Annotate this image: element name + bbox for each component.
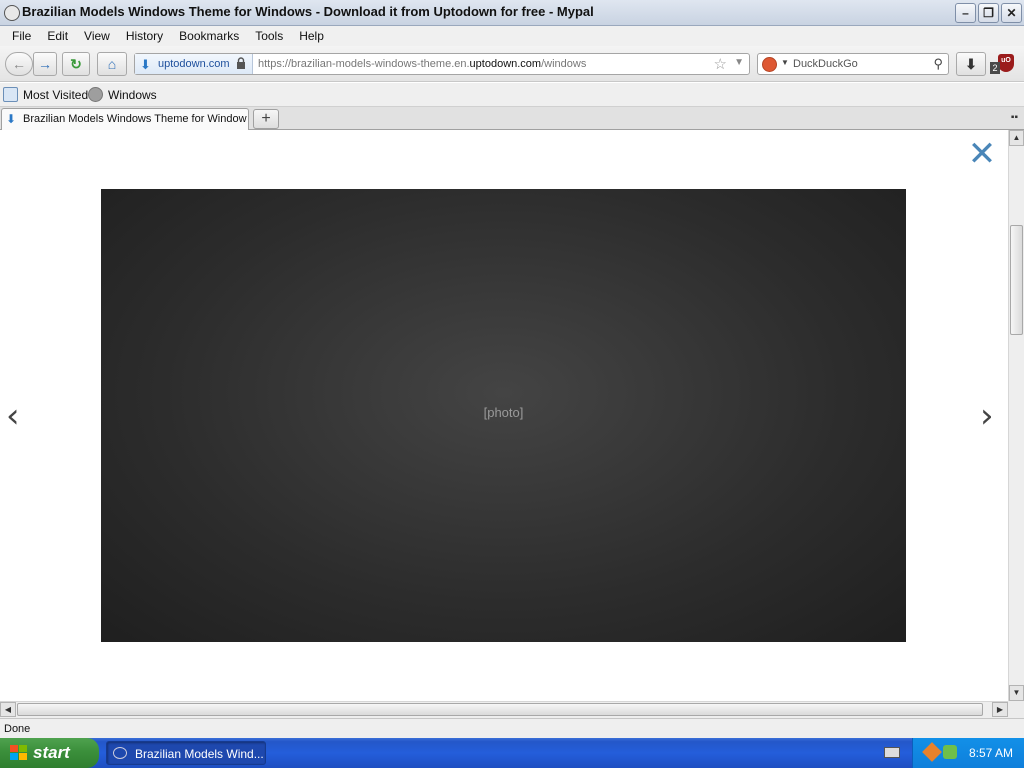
taskbar-window-button[interactable]: Brazilian Models Wind...	[106, 741, 266, 765]
status-bar: Done	[0, 718, 1024, 738]
start-button[interactable]: start	[0, 738, 99, 768]
taskbar: start Brazilian Models Wind... 8:57 AM	[0, 738, 1024, 768]
url-domain: uptodown.com	[469, 58, 542, 70]
taskbar-window-label: Brazilian Models Wind...	[135, 747, 264, 761]
ublock-badge: 2	[990, 62, 1000, 74]
vertical-scroll-thumb[interactable]	[1010, 225, 1023, 335]
bookmark-most-visited[interactable]: Most Visited	[23, 88, 88, 102]
tab-title: Brazilian Models Windows Theme for Windo…	[23, 113, 247, 125]
previous-image-button[interactable]: ‹	[6, 396, 20, 436]
status-text: Done	[4, 723, 31, 735]
clock: 8:57 AM	[969, 746, 1014, 760]
tab-active[interactable]: ⬇ Brazilian Models Windows Theme for Win…	[1, 108, 249, 130]
search-bar[interactable]: ▼ DuckDuckGo ⚲	[757, 53, 949, 75]
duckduckgo-icon[interactable]	[762, 57, 777, 72]
start-label: start	[33, 743, 70, 762]
url-bar[interactable]: ⬇ uptodown.com https://brazilian-models-…	[134, 53, 750, 75]
tab-strip: ⬇ Brazilian Models Windows Theme for Win…	[0, 107, 1024, 130]
reload-button[interactable]: ↻	[62, 52, 90, 76]
restore-button[interactable]: ❐	[978, 3, 999, 23]
bookmark-windows[interactable]: Windows	[108, 88, 157, 102]
close-gallery-button[interactable]: ✕	[966, 137, 998, 171]
url-text[interactable]: https://brazilian-models-windows-theme.e…	[258, 58, 586, 70]
globe-icon	[88, 87, 103, 102]
url-suffix: /windows	[541, 58, 587, 70]
uptodown-icon: ⬇	[140, 57, 151, 72]
window-title: Brazilian Models Windows Theme for Windo…	[22, 4, 594, 19]
menu-bookmarks[interactable]: Bookmarks	[171, 29, 247, 43]
most-visited-icon	[3, 87, 18, 102]
scroll-right-icon[interactable]: ▶	[992, 702, 1008, 717]
home-button[interactable]: ⌂	[97, 52, 127, 76]
site-identity-label: uptodown.com	[158, 58, 230, 70]
menu-view[interactable]: View	[76, 29, 118, 43]
horizontal-scrollbar[interactable]: ◀ ▶	[0, 701, 1008, 718]
url-history-dropdown-icon[interactable]: ▼	[734, 57, 744, 68]
page-content: ✕ ‹ [photo] ›	[0, 130, 1008, 701]
scrollbar-corner	[1008, 701, 1024, 718]
menu-history[interactable]: History	[118, 29, 171, 43]
menu-file[interactable]: File	[4, 29, 39, 43]
horizontal-scroll-thumb[interactable]	[17, 703, 983, 716]
title-bar: Brazilian Models Windows Theme for Windo…	[0, 0, 1024, 26]
download-button[interactable]: ⬇	[956, 52, 986, 76]
gallery-photo: [photo]	[101, 189, 906, 642]
system-tray: 8:57 AM	[912, 738, 1024, 768]
site-identity-button[interactable]: ⬇ uptodown.com	[135, 54, 253, 74]
search-engine-dropdown-icon[interactable]: ▼	[781, 58, 789, 67]
ublock-button[interactable]: uO 2	[990, 52, 1020, 76]
menu-edit[interactable]: Edit	[39, 29, 76, 43]
uptodown-tab-icon: ⬇	[6, 112, 17, 126]
keyboard-icon[interactable]	[884, 747, 900, 758]
lock-icon	[237, 57, 245, 69]
photo-placeholder-label: [photo]	[483, 405, 524, 420]
next-image-button[interactable]: ›	[980, 396, 994, 436]
bookmarks-toolbar: Most Visited Windows	[0, 83, 1024, 107]
forward-button[interactable]: →	[33, 52, 57, 76]
scroll-down-icon[interactable]: ▼	[1009, 685, 1024, 701]
search-icon[interactable]: ⚲	[933, 56, 943, 72]
tray-app-icon[interactable]	[922, 742, 942, 762]
menu-bar: File Edit View History Bookmarks Tools H…	[0, 26, 1024, 46]
search-input[interactable]: DuckDuckGo	[793, 58, 858, 70]
new-tab-button[interactable]: +	[253, 109, 279, 129]
mypal-icon	[4, 5, 20, 21]
url-prefix: https://brazilian-models-windows-theme.e…	[258, 58, 470, 70]
vertical-scrollbar[interactable]: ▲ ▼	[1008, 130, 1024, 701]
bookmark-star-icon[interactable]: ☆	[714, 55, 727, 73]
minimize-button[interactable]: –	[955, 3, 976, 23]
tab-list-icon[interactable]: ▪▪	[1011, 112, 1018, 123]
menu-help[interactable]: Help	[291, 29, 332, 43]
windows-logo-icon	[10, 745, 27, 760]
mypal-task-icon	[113, 747, 127, 759]
window-controls: – ❐ ✕	[955, 3, 1022, 23]
back-button[interactable]: ←	[5, 52, 33, 76]
tray-network-icon[interactable]	[943, 745, 957, 759]
close-window-button[interactable]: ✕	[1001, 3, 1022, 23]
scroll-left-icon[interactable]: ◀	[0, 702, 16, 717]
scroll-up-icon[interactable]: ▲	[1009, 130, 1024, 146]
ublock-icon: uO	[998, 54, 1014, 72]
menu-tools[interactable]: Tools	[247, 29, 291, 43]
